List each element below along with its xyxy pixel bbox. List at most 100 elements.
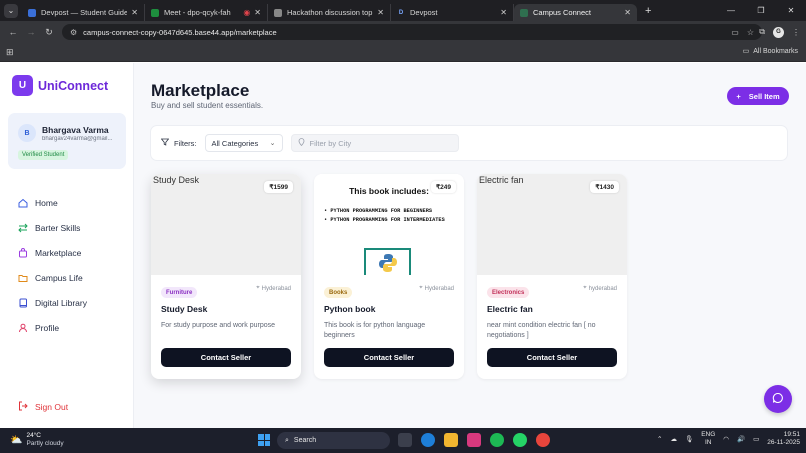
devpost-icon <box>28 8 36 17</box>
price-badge: ₹1599 <box>264 181 293 193</box>
listing-card[interactable]: This book includes: • PYTHON PROGRAMMING… <box>314 174 464 379</box>
extensions-icon[interactable]: ⧉ <box>759 27 765 37</box>
tab-title: Devpost <box>410 8 438 17</box>
user-card: B Bhargava Varma bhargav24varma@gmail...… <box>8 113 126 169</box>
location: ⌖ hyderabad <box>583 285 617 292</box>
whatsapp-icon[interactable] <box>513 433 527 447</box>
browser-tab-bar: ⌄ Devpost — Student Guide for ✕ Meet - d… <box>0 0 806 21</box>
map-pin-icon <box>298 138 305 148</box>
sidebar-item-label: Marketplace <box>35 247 82 258</box>
brand[interactable]: U UniConnect <box>12 75 108 96</box>
taskbar-search[interactable]: ⌕ Search <box>277 432 390 449</box>
back-icon[interactable]: ← <box>4 27 22 37</box>
category-select-value: All Categories <box>211 138 259 148</box>
price-badge: ₹1430 <box>590 181 619 193</box>
location-text: hyderabad <box>588 285 617 292</box>
brand-name: UniConnect <box>38 78 109 93</box>
clock[interactable]: 19:51 26-11-2025 <box>767 431 800 447</box>
tab-title: Hackathon discussion topics <box>287 8 374 17</box>
all-bookmarks-label: All Bookmarks <box>753 47 798 55</box>
install-icon[interactable]: ▭ <box>731 28 739 37</box>
user-name: Bhargava Varma <box>42 125 109 135</box>
new-tab-icon[interactable]: + <box>645 5 651 17</box>
app-icon <box>520 8 528 17</box>
filters-label: Filters: <box>160 138 197 148</box>
page-subtitle: Buy and sell student essentials. <box>151 101 264 110</box>
tab-campus-connect[interactable]: Campus Connect ✕ <box>514 4 637 21</box>
taskbar-apps <box>398 433 550 447</box>
volume-icon[interactable]: 🔊 <box>737 435 745 443</box>
bookmark-star-icon[interactable]: ☆ <box>747 28 754 37</box>
tab-hackathon[interactable]: Hackathon discussion topics ✕ <box>268 4 391 21</box>
edge-icon[interactable] <box>421 433 435 447</box>
minimize-icon[interactable]: — <box>716 6 746 15</box>
windows-start-icon[interactable] <box>258 434 270 446</box>
category-select[interactable]: All Categories ⌄ <box>204 134 283 152</box>
tab-devpost-guide[interactable]: Devpost — Student Guide for ✕ <box>22 4 145 21</box>
sell-item-button[interactable]: + Sell Item <box>727 87 789 105</box>
chat-button[interactable] <box>764 385 792 413</box>
maximize-icon[interactable]: ❐ <box>746 6 776 15</box>
close-window-icon[interactable]: ✕ <box>776 6 806 15</box>
filter-bar: Filters: All Categories ⌄ Filter by City <box>150 125 788 161</box>
close-icon[interactable]: ✕ <box>254 8 261 17</box>
battery-icon[interactable]: ▭ <box>753 435 759 443</box>
address-bar[interactable]: ⚙ campus-connect-copy-0647d645.base44.ap… <box>62 24 762 40</box>
clock-time: 19:51 <box>783 431 800 438</box>
weather-temp: 24°C <box>26 432 41 439</box>
close-icon[interactable]: ✕ <box>624 8 631 17</box>
main-content: Marketplace Buy and sell student essenti… <box>134 63 806 428</box>
chevron-up-icon[interactable]: ⌃ <box>657 435 662 443</box>
sidebar-item-marketplace[interactable]: Marketplace <box>0 240 134 265</box>
listing-card[interactable]: Study Desk ₹1599 Furniture ⌖ Hyderabad S… <box>151 174 301 379</box>
user-email: bhargav24varma@gmail... <box>42 136 113 142</box>
tab-meet[interactable]: Meet - dpo-qcyk-fah ◉ ✕ <box>145 4 268 21</box>
shopping-bag-icon <box>18 247 28 258</box>
weather-widget[interactable]: ⛅ 24°C Partly cloudy <box>10 432 64 448</box>
profile-avatar[interactable]: G <box>773 26 784 38</box>
weather-icon: ⛅ <box>10 434 23 446</box>
reload-icon[interactable]: ↻ <box>40 27 58 38</box>
chrome-icon[interactable] <box>536 433 550 447</box>
listing-card[interactable]: Electric fan ₹1430 Electronics ⌖ hyderab… <box>477 174 627 379</box>
city-filter-input[interactable]: Filter by City <box>290 134 459 152</box>
category-badge: Furniture <box>161 287 198 298</box>
system-tray: ⌃ ☁ 🎙 ENG IN ◠ 🔊 ▭ 19:51 26-11-2025 <box>657 431 800 447</box>
sidebar-item-barter-skills[interactable]: Barter Skills <box>0 215 134 240</box>
status-badge: Verified Student <box>18 150 69 160</box>
contact-seller-button[interactable]: Contact Seller <box>324 348 454 367</box>
tab-title: Meet - dpo-qcyk-fah <box>164 8 231 17</box>
url-text: campus-connect-copy-0647d645.base44.app/… <box>83 27 277 37</box>
city-filter-placeholder: Filter by City <box>309 138 352 148</box>
menu-icon[interactable]: ⋮ <box>792 28 800 37</box>
language-indicator[interactable]: ENG IN <box>701 431 715 447</box>
cloud-icon[interactable]: ☁ <box>670 435 677 443</box>
task-view-icon[interactable] <box>398 433 412 447</box>
close-icon[interactable]: ✕ <box>377 8 384 17</box>
site-info-icon[interactable]: ⚙ <box>70 28 77 37</box>
all-bookmarks-button[interactable]: ▭ All Bookmarks <box>742 47 798 56</box>
tab-search-icon[interactable]: ⌄ <box>4 3 18 18</box>
tab-devpost[interactable]: D Devpost ✕ <box>391 4 514 21</box>
sidebar-item-campus-life[interactable]: Campus Life <box>0 265 134 290</box>
sign-out-button[interactable]: Sign Out <box>18 401 68 413</box>
microphone-icon[interactable]: 🎙 <box>685 435 693 443</box>
contact-seller-button[interactable]: Contact Seller <box>161 348 291 367</box>
spotify-icon[interactable] <box>490 433 504 447</box>
map-pin-icon: ⌖ <box>419 285 423 291</box>
sidebar-item-label: Barter Skills <box>35 222 81 233</box>
sidebar-item-digital-library[interactable]: Digital Library <box>0 290 134 315</box>
sidebar-item-profile[interactable]: Profile <box>0 315 134 340</box>
sidebar-item-home[interactable]: Home <box>0 190 134 215</box>
contact-seller-button[interactable]: Contact Seller <box>487 348 617 367</box>
home-icon <box>18 198 28 208</box>
folder-icon: ▭ <box>742 48 750 55</box>
wifi-icon[interactable]: ◠ <box>723 435 729 443</box>
instagram-icon[interactable] <box>467 433 481 447</box>
forward-icon[interactable]: → <box>22 27 40 37</box>
apps-grid-icon[interactable]: ⊞ <box>6 47 14 58</box>
file-explorer-icon[interactable] <box>444 433 458 447</box>
sidebar: U UniConnect B Bhargava Varma bhargav24v… <box>0 63 134 428</box>
close-icon[interactable]: ✕ <box>500 8 507 17</box>
close-icon[interactable]: ✕ <box>131 8 138 17</box>
